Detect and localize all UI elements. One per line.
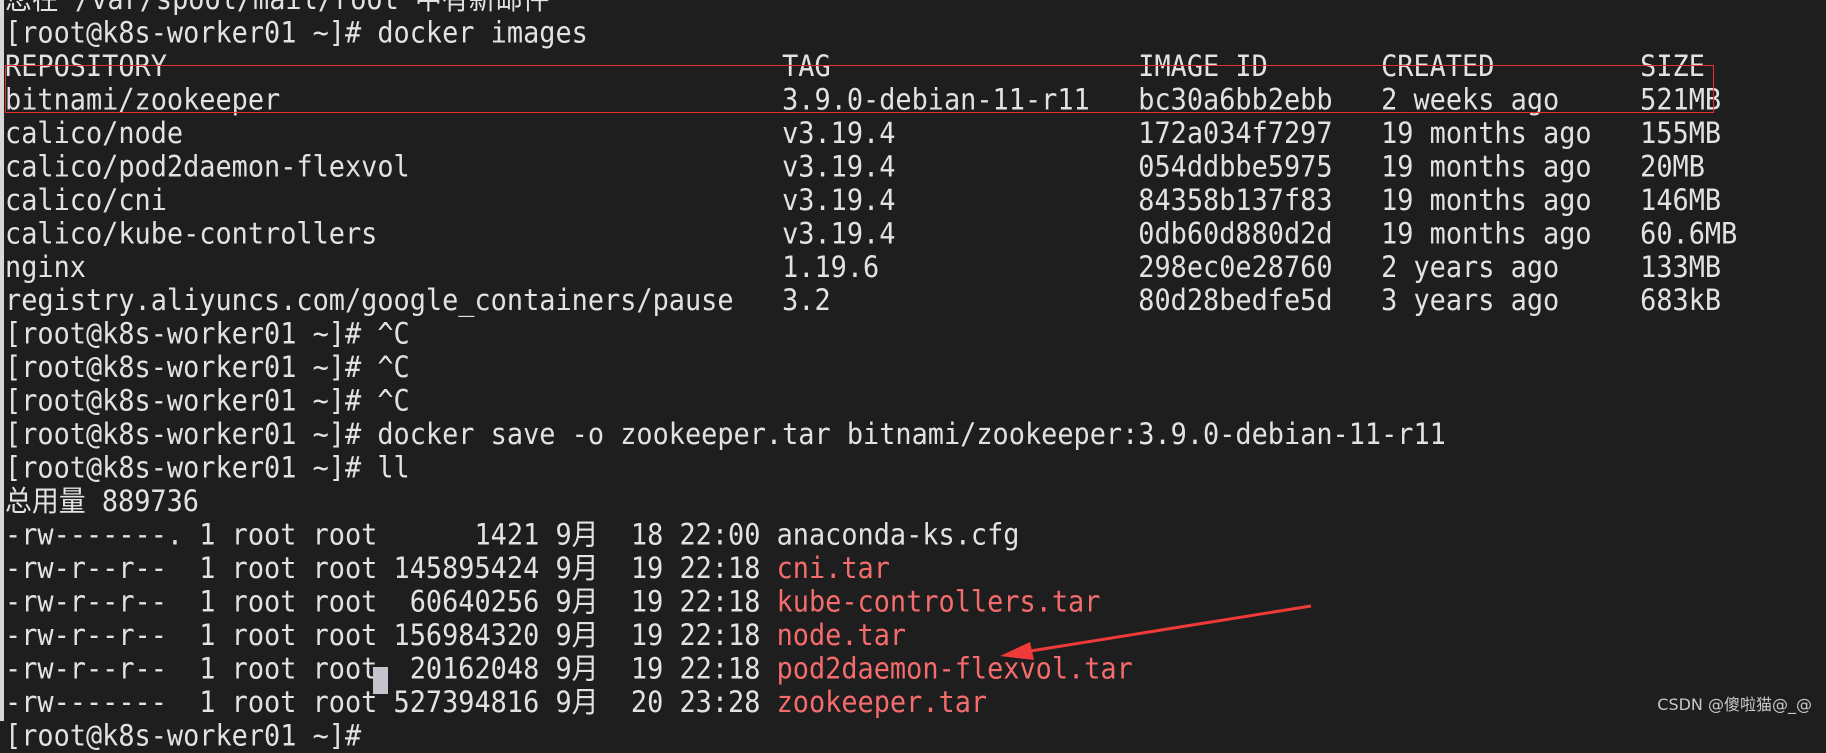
file-name: pod2daemon-flexvol.tar	[776, 652, 1133, 687]
terminal-line: calico/kube-controllers v3.19.4 0db60d88…	[5, 217, 1826, 250]
terminal-line: [root@k8s-worker01 ~]# ^C	[5, 351, 1826, 384]
line-text: REPOSITORY TAG IMAGE ID CREATED SIZE	[5, 49, 1705, 84]
line-text: [root@k8s-worker01 ~]# docker images	[5, 16, 588, 50]
terminal-line: -rw------- 1 root root 527394816 9月 20 2…	[5, 686, 1826, 719]
line-text: 总用量 889736	[5, 485, 199, 519]
terminal-line: [root@k8s-worker01 ~]# ^C	[5, 318, 1826, 351]
terminal-line: nginx 1.19.6 298ec0e28760 2 years ago 13…	[5, 251, 1826, 284]
terminal-line: REPOSITORY TAG IMAGE ID CREATED SIZE	[5, 50, 1826, 83]
line-text: -rw-r--r-- 1 root root 20162048 9月 19 22…	[5, 652, 777, 687]
line-text: -rw-r--r-- 1 root root 145895424 9月 19 2…	[5, 552, 777, 586]
file-name: zookeeper.tar	[776, 686, 988, 720]
terminal-line: [root@k8s-worker01 ~]# docker images	[5, 16, 1826, 49]
terminal-line: -rw-r--r-- 1 root root 145895424 9月 19 2…	[5, 552, 1826, 585]
line-text: calico/node v3.19.4 172a034f7297 19 mont…	[5, 116, 1722, 151]
line-text: -rw-r--r-- 1 root root 156984320 9月 19 2…	[5, 619, 777, 653]
line-text: -rw-------. 1 root root 1421 9月 18 22:00	[5, 518, 777, 553]
terminal-line: bitnami/zookeeper 3.9.0-debian-11-r11 bc…	[5, 83, 1826, 116]
terminal-line: calico/node v3.19.4 172a034f7297 19 mont…	[5, 117, 1826, 150]
line-text: [root@k8s-worker01 ~]#	[5, 719, 378, 753]
file-name: anaconda-ks.cfg	[776, 518, 1020, 553]
terminal-line: [root@k8s-worker01 ~]# ll	[5, 452, 1826, 485]
terminal-cursor	[373, 667, 388, 694]
line-text: [root@k8s-worker01 ~]# ll	[5, 451, 410, 486]
terminal-line: -rw-r--r-- 1 root root 60640256 9月 19 22…	[5, 586, 1826, 619]
line-text: bitnami/zookeeper 3.9.0-debian-11-r11 bc…	[5, 83, 1722, 117]
file-name: node.tar	[776, 619, 907, 653]
file-name: cni.tar	[776, 552, 890, 586]
csdn-watermark: CSDN @傻啦猫@_@	[1657, 695, 1812, 714]
line-text: registry.aliyuncs.com/google_containers/…	[5, 284, 1722, 318]
line-text: [root@k8s-worker01 ~]# ^C	[5, 317, 410, 352]
terminal-line: [root@k8s-worker01 ~]#	[5, 720, 1826, 753]
line-text: -rw-r--r-- 1 root root 60640256 9月 19 22…	[5, 585, 777, 620]
line-text: calico/kube-controllers v3.19.4 0db60d88…	[5, 217, 1738, 251]
line-text: 您在 /var/spool/mail/root 中有新邮件	[5, 0, 549, 16]
terminal-output[interactable]: 您在 /var/spool/mail/root 中有新邮件[root@k8s-w…	[5, 0, 1826, 753]
terminal-line: registry.aliyuncs.com/google_containers/…	[5, 284, 1826, 317]
line-text: calico/pod2daemon-flexvol v3.19.4 054ddb…	[5, 150, 1705, 184]
line-text: [root@k8s-worker01 ~]# docker save -o zo…	[5, 418, 1446, 452]
terminal-line: 您在 /var/spool/mail/root 中有新邮件	[5, 0, 1826, 16]
file-name: kube-controllers.tar	[776, 585, 1101, 620]
terminal-line: [root@k8s-worker01 ~]# ^C	[5, 385, 1826, 418]
terminal-line: -rw-r--r-- 1 root root 20162048 9月 19 22…	[5, 653, 1826, 686]
window-left-edge	[0, 0, 4, 721]
terminal-line: calico/pod2daemon-flexvol v3.19.4 054ddb…	[5, 150, 1826, 183]
terminal-line: 总用量 889736	[5, 485, 1826, 518]
terminal-line: [root@k8s-worker01 ~]# docker save -o zo…	[5, 418, 1826, 451]
terminal-line: -rw-r--r-- 1 root root 156984320 9月 19 2…	[5, 619, 1826, 652]
line-text: calico/cni v3.19.4 84358b137f83 19 month…	[5, 183, 1722, 218]
terminal-line: calico/cni v3.19.4 84358b137f83 19 month…	[5, 184, 1826, 217]
line-text: [root@k8s-worker01 ~]# ^C	[5, 351, 410, 385]
line-text: nginx 1.19.6 298ec0e28760 2 years ago 13…	[5, 250, 1722, 285]
line-text: -rw------- 1 root root 527394816 9月 20 2…	[5, 686, 777, 720]
line-text: [root@k8s-worker01 ~]# ^C	[5, 384, 410, 419]
terminal-line: -rw-------. 1 root root 1421 9月 18 22:00…	[5, 519, 1826, 552]
